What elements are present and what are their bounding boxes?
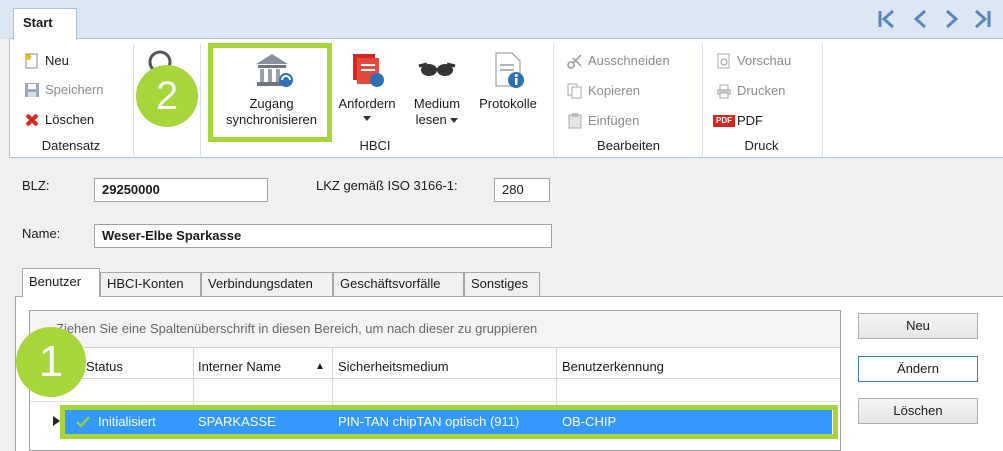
protocols-button[interactable]: Protokolle — [471, 50, 545, 112]
first-record-icon[interactable] — [876, 8, 898, 30]
group-separator — [133, 44, 134, 156]
delete-user-button[interactable]: Löschen — [858, 398, 978, 424]
highlight-sync-button — [208, 43, 332, 142]
group-label-datensatz: Datensatz — [41, 138, 101, 153]
filter-row[interactable] — [30, 380, 840, 402]
group-separator — [553, 44, 554, 156]
pdf-icon: PDF — [713, 115, 735, 127]
request-button[interactable]: Anfordern — [332, 50, 402, 122]
name-field[interactable]: Weser-Elbe Sparkasse — [94, 224, 552, 248]
save-icon — [25, 83, 39, 97]
group-label-druck: Druck — [744, 138, 779, 153]
sort-ascending-icon: ▲ — [315, 361, 325, 372]
name-label: Name: — [22, 226, 61, 241]
dropdown-arrow-icon — [450, 118, 459, 123]
blz-field[interactable]: 29250000 — [94, 178, 268, 202]
print-preview-icon — [717, 53, 730, 69]
tab-benutzer[interactable]: Benutzer — [22, 268, 100, 297]
tab-verbindungsdaten[interactable]: Verbindungsdaten — [201, 272, 333, 296]
step-badge-1: 1 — [16, 327, 86, 397]
paste-icon — [568, 113, 582, 129]
ribbon-tab-bar — [0, 0, 1003, 39]
blz-label: BLZ: — [22, 178, 50, 193]
column-header-user-id[interactable]: Benutzerkennung — [562, 359, 664, 374]
column-header-status[interactable]: Status — [86, 359, 123, 374]
previous-record-icon[interactable] — [910, 8, 932, 30]
tab-geschaeftsvorfaelle[interactable]: Geschäftsvorfälle — [333, 272, 464, 296]
lkz-field[interactable]: 280 — [494, 178, 550, 202]
copy-icon — [567, 83, 582, 99]
tab-sonstiges[interactable]: Sonstiges — [464, 272, 540, 296]
new-user-button[interactable]: Neu — [858, 313, 978, 339]
printer-icon — [717, 84, 731, 99]
read-medium-label: lesen — [404, 112, 470, 128]
step-badge-2: 2 — [136, 65, 198, 127]
delete-x-icon — [25, 113, 39, 127]
new-document-icon — [25, 53, 38, 69]
last-record-icon[interactable] — [971, 8, 993, 30]
dropdown-arrow-icon — [363, 116, 371, 121]
column-header-internal-name[interactable]: Interner Name — [198, 359, 281, 374]
glasses-icon — [418, 62, 456, 76]
group-by-hint: Ziehen Sie eine Spaltenüberschrift in di… — [56, 321, 538, 336]
tab-hbci-konten[interactable]: HBCI-Konten — [100, 272, 201, 296]
next-record-icon[interactable] — [940, 8, 962, 30]
read-medium-button[interactable]: Medium lesen — [404, 50, 470, 128]
group-label-bearbeiten: Bearbeiten — [597, 138, 660, 153]
record-navigation — [876, 6, 1003, 32]
lkz-label: LKZ gemäß ISO 3166-1: — [316, 178, 458, 193]
edit-user-button[interactable]: Ändern — [858, 356, 978, 382]
highlight-user-row — [60, 405, 838, 439]
request-document-icon — [353, 54, 384, 87]
protocol-info-icon — [495, 52, 524, 88]
column-header-security-medium[interactable]: Sicherheitsmedium — [338, 359, 449, 374]
scissors-icon — [567, 54, 582, 69]
tab-start[interactable]: Start — [13, 8, 77, 40]
group-separator — [822, 44, 823, 156]
